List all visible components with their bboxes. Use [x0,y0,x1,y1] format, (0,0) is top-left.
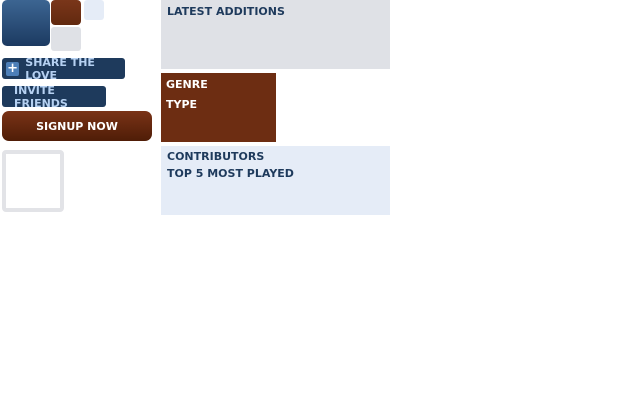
light-blue-tile [84,0,104,20]
latest-additions-title: LATEST ADDITIONS [167,5,285,18]
blue-tile [2,0,50,46]
grey-tile [51,27,81,51]
type-link[interactable]: TYPE [166,98,271,118]
plus-icon: + [6,60,20,76]
invite-friends-label: INVITE FRIENDS [14,83,68,110]
signup-now-label: SIGNUP NOW [36,119,118,133]
contributors-panel: CONTRIBUTORS TOP 5 MOST PLAYED [161,146,390,215]
image-placeholder [2,150,64,212]
top-5-most-played-link[interactable]: TOP 5 MOST PLAYED [167,167,384,184]
invite-friends-button[interactable]: INVITE FRIENDS [2,83,106,110]
signup-now-button[interactable]: SIGNUP NOW [2,111,152,141]
share-the-love-button[interactable]: + SHARE THE LOVE [2,55,125,82]
share-the-love-label: SHARE THE LOVE [25,55,95,82]
genre-link[interactable]: GENRE [166,78,271,98]
latest-additions-panel: LATEST ADDITIONS [161,0,390,69]
brown-tile [51,0,81,25]
contributors-link[interactable]: CONTRIBUTORS [167,150,384,167]
browse-panel: GENRE TYPE [161,73,276,142]
